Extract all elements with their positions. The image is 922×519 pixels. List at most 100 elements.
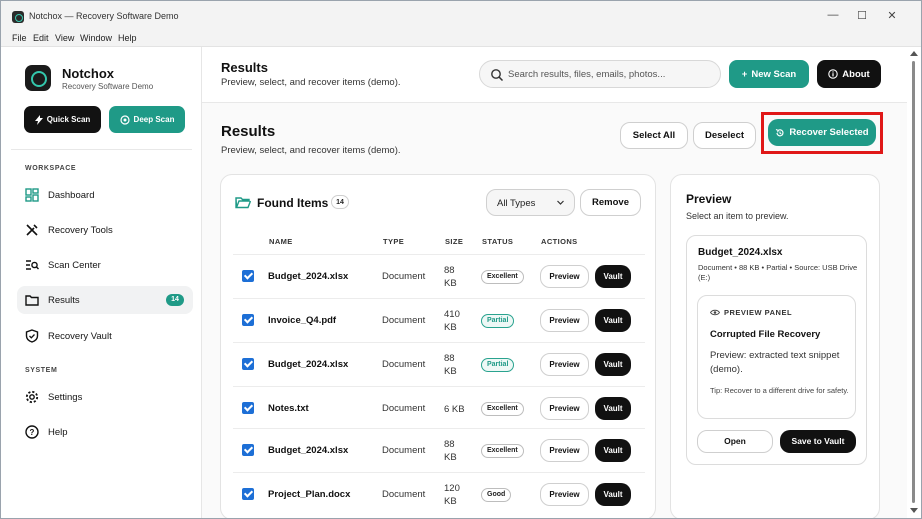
preview-item-name: Budget_2024.xlsx xyxy=(698,247,783,258)
row-preview-button[interactable]: Preview xyxy=(540,353,589,376)
menu-edit[interactable]: Edit xyxy=(33,33,49,43)
status-badge: Good xyxy=(481,488,512,502)
folder-open-icon xyxy=(235,197,251,209)
row-vault-button[interactable]: Vault xyxy=(595,309,631,332)
search-input[interactable]: Search results, files, emails, photos... xyxy=(479,60,721,88)
gear-icon xyxy=(25,390,39,404)
file-size: 88 KB xyxy=(444,265,457,289)
scroll-up-arrow-icon[interactable] xyxy=(910,51,918,56)
table-row[interactable]: Budget_2024.xlsx Document 88 KB Excellen… xyxy=(233,428,645,472)
scrollbar-thumb[interactable] xyxy=(912,61,915,503)
recover-selected-button[interactable]: Recover Selected xyxy=(768,119,876,146)
sidebar-item-settings[interactable]: Settings xyxy=(17,383,193,411)
app-icon xyxy=(12,11,24,23)
tools-icon xyxy=(26,224,38,236)
row-preview-button[interactable]: Preview xyxy=(540,397,589,420)
table-row[interactable]: Project_Plan.docx Document 120 KB Good P… xyxy=(233,472,645,516)
recover-highlight-box: Recover Selected xyxy=(761,112,883,154)
quick-scan-button[interactable]: Quick Scan xyxy=(24,106,101,133)
sidebar-item-scan-center[interactable]: Scan Center xyxy=(17,251,193,279)
restore-icon xyxy=(776,128,784,136)
row-preview-button[interactable]: Preview xyxy=(540,439,589,462)
row-checkbox[interactable] xyxy=(242,402,254,414)
main-content: Results Preview, select, and recover ite… xyxy=(202,47,921,518)
found-items-title: Found Items xyxy=(257,196,329,210)
row-checkbox[interactable] xyxy=(242,444,254,456)
scroll-down-arrow-icon[interactable] xyxy=(910,508,918,513)
row-checkbox[interactable] xyxy=(242,358,254,370)
app-subtitle: Recovery Software Demo xyxy=(62,82,154,91)
scrollbar[interactable] xyxy=(907,47,921,518)
system-section-label: SYSTEM xyxy=(25,367,58,374)
open-button[interactable]: Open xyxy=(697,430,773,453)
sidebar: Notchox Recovery Software Demo Quick Sca… xyxy=(1,47,202,518)
file-name: Budget_2024.xlsx xyxy=(268,359,349,370)
shield-icon xyxy=(25,329,39,343)
sidebar-item-results[interactable]: Results 14 xyxy=(17,286,193,314)
sidebar-item-dashboard[interactable]: Dashboard xyxy=(17,181,193,209)
sidebar-divider xyxy=(11,149,192,150)
sidebar-item-recovery-vault[interactable]: Recovery Vault xyxy=(17,322,193,350)
row-vault-button[interactable]: Vault xyxy=(595,265,631,288)
table-row[interactable]: Budget_2024.xlsx Document 88 KB Partial … xyxy=(233,342,645,386)
menu-help[interactable]: Help xyxy=(118,33,137,43)
search-icon xyxy=(491,69,504,82)
save-to-vault-button[interactable]: Save to Vault xyxy=(780,430,856,453)
file-type: Document xyxy=(382,271,426,282)
row-vault-button[interactable]: Vault xyxy=(595,353,631,376)
sidebar-item-label: Settings xyxy=(48,392,83,403)
preview-panel-text: Preview: extracted text snippet (demo). xyxy=(710,350,840,375)
eye-icon xyxy=(710,309,720,316)
type-filter-select[interactable]: All Types xyxy=(486,189,575,216)
remove-button[interactable]: Remove xyxy=(580,189,641,216)
close-button[interactable]: ✕ xyxy=(885,9,899,22)
logo-icon xyxy=(25,65,51,91)
type-filter-value: All Types xyxy=(497,198,536,209)
row-checkbox[interactable] xyxy=(242,314,254,326)
row-preview-button[interactable]: Preview xyxy=(540,483,589,506)
info-icon xyxy=(828,69,839,79)
row-vault-button[interactable]: Vault xyxy=(595,483,631,506)
dashboard-icon xyxy=(25,188,39,202)
preview-title: Preview xyxy=(686,192,732,206)
menu-file[interactable]: File xyxy=(12,33,27,43)
app-window: Notchox — Recovery Software Demo — ☐ ✕ F… xyxy=(0,0,922,519)
row-vault-button[interactable]: Vault xyxy=(595,439,631,462)
status-badge: Excellent xyxy=(481,444,524,458)
sidebar-item-help[interactable]: ? Help xyxy=(17,418,193,446)
chevron-down-icon xyxy=(557,200,564,205)
row-preview-button[interactable]: Preview xyxy=(540,265,589,288)
row-checkbox[interactable] xyxy=(242,270,254,282)
sidebar-item-recovery-tools[interactable]: Recovery Tools xyxy=(17,216,193,244)
results-count-badge: 14 xyxy=(166,294,184,306)
deselect-button[interactable]: Deselect xyxy=(693,122,756,149)
menu-window[interactable]: Window xyxy=(80,33,112,43)
table-row[interactable]: Notes.txt Document 6 KB Excellent Previe… xyxy=(233,386,645,430)
quick-scan-label: Quick Scan xyxy=(46,115,91,124)
folder-icon xyxy=(25,295,39,306)
preview-panel-tip: Tip: Recover to a different drive for sa… xyxy=(710,386,849,395)
file-name: Budget_2024.xlsx xyxy=(268,271,349,282)
table-row[interactable]: Budget_2024.xlsx Document 88 KB Excellen… xyxy=(233,254,645,298)
column-header-name: NAME xyxy=(269,237,293,246)
sidebar-item-label: Scan Center xyxy=(48,260,101,271)
about-button[interactable]: About xyxy=(817,60,881,88)
table-row[interactable]: Invoice_Q4.pdf Document 410 KB Partial P… xyxy=(233,298,645,342)
minimize-button[interactable]: — xyxy=(826,9,840,21)
menu-view[interactable]: View xyxy=(55,33,74,43)
row-checkbox[interactable] xyxy=(242,488,254,500)
deep-scan-button[interactable]: Deep Scan xyxy=(109,106,185,133)
preview-panel-label: PREVIEW PANEL xyxy=(724,308,793,317)
new-scan-button[interactable]: + New Scan xyxy=(729,60,809,88)
row-preview-button[interactable]: Preview xyxy=(540,309,589,332)
preview-item-card: Budget_2024.xlsx Document • 88 KB • Part… xyxy=(686,235,867,465)
bolt-icon xyxy=(34,114,43,125)
header-subtitle: Preview, select, and recover items (demo… xyxy=(221,77,401,88)
maximize-button[interactable]: ☐ xyxy=(855,9,869,22)
svg-text:?: ? xyxy=(30,428,35,437)
file-size: 410 KB xyxy=(444,309,460,333)
select-all-button[interactable]: Select All xyxy=(620,122,688,149)
column-header-type: TYPE xyxy=(383,237,405,246)
row-vault-button[interactable]: Vault xyxy=(595,397,631,420)
file-size: 88 KB xyxy=(444,353,457,377)
